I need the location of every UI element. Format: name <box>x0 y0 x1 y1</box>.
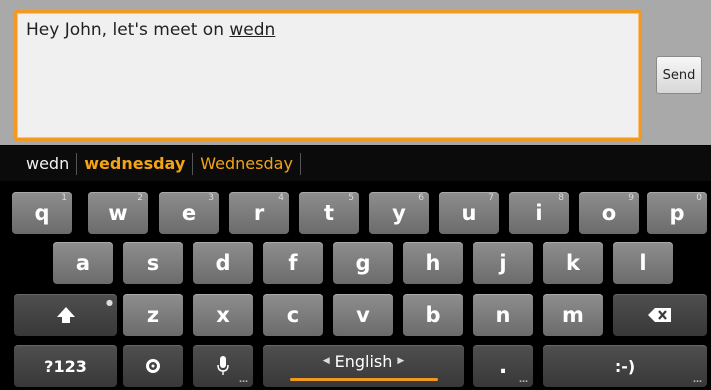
message-current-word: wedn <box>229 20 276 40</box>
settings-gear-icon <box>146 359 160 373</box>
key-d[interactable]: d <box>193 242 253 284</box>
key-label: y <box>392 201 406 225</box>
message-input[interactable]: Hey John, let's meet on wedn <box>14 10 642 141</box>
backspace-icon <box>648 308 671 322</box>
key-label: n <box>495 303 511 327</box>
key-label: s <box>146 251 160 275</box>
key-label: f <box>288 251 298 275</box>
send-button[interactable]: Send <box>656 56 702 94</box>
language-switcher: ◀ English ▶ <box>323 352 405 371</box>
compose-area: Hey John, let's meet on wedn Send <box>0 0 711 145</box>
settings-key[interactable] <box>123 345 183 387</box>
key-label: c <box>286 303 300 327</box>
space-bar-indicator <box>289 377 438 381</box>
key-v[interactable]: v <box>333 294 393 336</box>
key-n[interactable]: n <box>473 294 533 336</box>
smiley-key[interactable]: :-) … <box>543 345 707 387</box>
more-options-icon: … <box>519 375 528 385</box>
key-label: j <box>499 251 507 275</box>
key-z[interactable]: z <box>123 294 183 336</box>
delete-key[interactable] <box>613 294 707 336</box>
key-number-hint: 5 <box>348 193 354 203</box>
key-label: i <box>535 201 543 225</box>
shift-key[interactable]: ● <box>14 294 117 336</box>
key-label: l <box>639 251 647 275</box>
voice-input-key[interactable]: … <box>193 345 253 387</box>
key-number-hint: 0 <box>696 193 702 203</box>
key-label: w <box>108 201 128 225</box>
space-bar[interactable]: ◀ English ▶ <box>263 345 464 387</box>
microphone-icon <box>217 356 229 375</box>
language-label: English <box>334 351 393 371</box>
key-y[interactable]: y6 <box>369 192 429 234</box>
key-number-hint: 2 <box>137 193 143 203</box>
key-label: g <box>355 251 371 275</box>
key-label: . <box>498 353 508 379</box>
key-q[interactable]: q1 <box>12 192 72 234</box>
key-j[interactable]: j <box>473 242 533 284</box>
key-label: a <box>75 251 91 275</box>
key-o[interactable]: o9 <box>579 192 639 234</box>
key-e[interactable]: e3 <box>159 192 219 234</box>
key-number-hint: 9 <box>628 193 634 203</box>
language-prev-icon: ◀ <box>322 356 330 366</box>
key-b[interactable]: b <box>403 294 463 336</box>
key-w[interactable]: w2 <box>88 192 148 234</box>
key-label: t <box>323 201 335 225</box>
symbols-key[interactable]: ?123 <box>14 345 117 387</box>
key-i[interactable]: i8 <box>509 192 569 234</box>
key-label: x <box>216 303 230 327</box>
key-p[interactable]: p0 <box>647 192 707 234</box>
key-label: q <box>34 201 50 225</box>
key-g[interactable]: g <box>333 242 393 284</box>
key-label: d <box>215 251 231 275</box>
suggestion-strip: wedn wednesday Wednesday <box>0 146 711 181</box>
shift-indicator-icon: ● <box>106 298 113 307</box>
key-m[interactable]: m <box>543 294 603 336</box>
key-label: k <box>566 251 580 275</box>
key-label: o <box>601 201 617 225</box>
key-label: :-) <box>614 356 636 376</box>
period-key[interactable]: .… <box>473 345 533 387</box>
key-l[interactable]: l <box>613 242 673 284</box>
language-next-icon: ▶ <box>397 356 405 366</box>
key-number-hint: 8 <box>558 193 564 203</box>
shift-arrow-icon <box>56 307 75 323</box>
key-c[interactable]: c <box>263 294 323 336</box>
key-label: r <box>253 201 265 225</box>
key-label: ?123 <box>44 356 87 376</box>
key-x[interactable]: x <box>193 294 253 336</box>
suggestion-divider <box>299 152 301 175</box>
key-label: b <box>425 303 441 327</box>
key-label: z <box>146 303 160 327</box>
key-k[interactable]: k <box>543 242 603 284</box>
key-u[interactable]: u7 <box>439 192 499 234</box>
key-number-hint: 4 <box>278 193 284 203</box>
key-number-hint: 3 <box>208 193 214 203</box>
key-h[interactable]: h <box>403 242 463 284</box>
message-text: Hey John, let's meet on wedn <box>26 20 275 40</box>
key-number-hint: 1 <box>61 193 67 203</box>
key-number-hint: 6 <box>418 193 424 203</box>
suggestion-typed[interactable]: wedn <box>0 154 76 173</box>
key-f[interactable]: f <box>263 242 323 284</box>
key-label: h <box>425 251 441 275</box>
key-r[interactable]: r4 <box>229 192 289 234</box>
more-options-icon: … <box>693 375 702 385</box>
soft-keyboard: q1 w2 e3 r4 t5 y6 u7 i8 o9 p0 a s d f g … <box>0 184 711 390</box>
key-number-hint: 7 <box>488 193 494 203</box>
message-text-prefix: Hey John, let's meet on <box>26 20 230 40</box>
key-label: u <box>461 201 477 225</box>
key-t[interactable]: t5 <box>299 192 359 234</box>
key-label: e <box>181 201 197 225</box>
key-s[interactable]: s <box>123 242 183 284</box>
more-options-icon: … <box>239 375 248 385</box>
key-a[interactable]: a <box>53 242 113 284</box>
key-label: v <box>356 303 370 327</box>
key-label: m <box>562 303 584 327</box>
suggestion-primary[interactable]: wednesday <box>77 154 192 173</box>
suggestion-alternate[interactable]: Wednesday <box>193 154 300 173</box>
key-label: p <box>669 201 685 225</box>
